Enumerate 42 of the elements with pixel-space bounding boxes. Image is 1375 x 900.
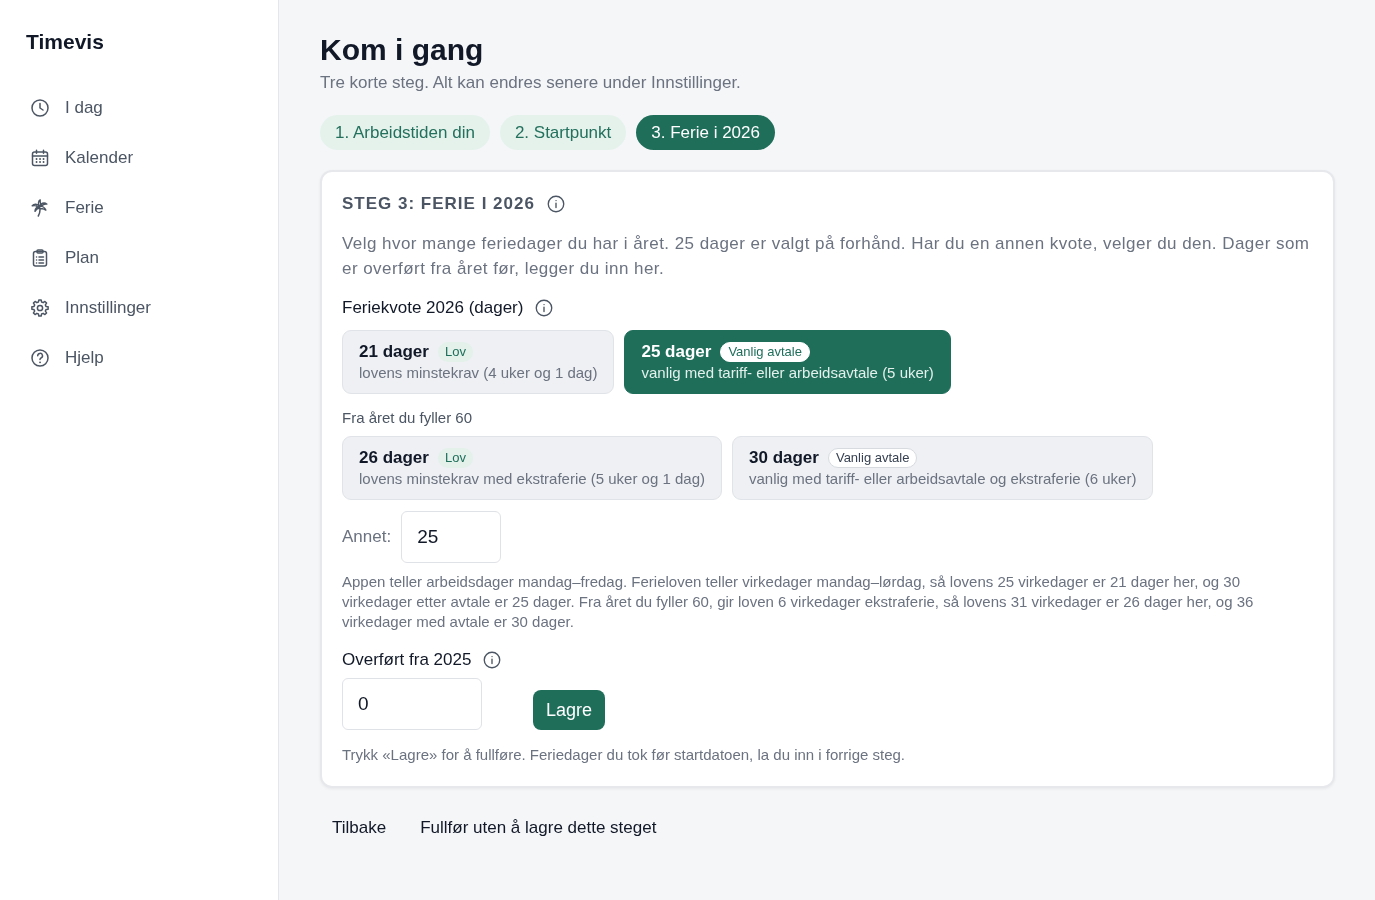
explanation-text: Appen teller arbeidsdager mandag–fredag. Ferieloven teller virkedager mandag–lørdag, så lovens 25 virkedager er 21 dager her, og 30 virkedager etter avtale er 25 dager. Fra året du fyller 60, gir loven 6 virkedager ekstraferie, så lovens 31 virkedager er 26 dager her, og 36 virkedager med avtale er 30 dager. <box>342 572 1255 632</box>
palm-tree-icon <box>31 199 49 217</box>
hint-text: Trykk «Lagre» for å fullføre. Feriedager du tok før startdatoen, la du inn i forrige steg. <box>342 745 906 765</box>
quota-label: Feriekvote 2026 (dager) <box>342 297 524 319</box>
intro-text: Velg hvor mange feriedager du har i året. 25 dager er valgt på forhånd. Har du en annen kvote, velger du den. Dager som er overført fra året før, legger du inn her. <box>342 233 1311 280</box>
nav-item[interactable]: Plan <box>26 233 100 283</box>
page-subtitle: Tre korte steg. Alt kan endres senere under Innstillinger. <box>320 72 741 94</box>
quota-option[interactable]: 30 dager Vanlig avtale vanlig med tariff- eller arbeidsavtale og ekstraferie (6 uker) <box>732 436 1154 500</box>
step-heading: STEG 3: FERIE I 2026 <box>342 193 535 215</box>
quota-option[interactable]: 21 dager Lov lovens minstekrav (4 uker og 1 dag) <box>342 330 615 394</box>
quota-tag: Lov <box>437 342 473 362</box>
other-label: Annet: <box>342 527 392 547</box>
calendar-icon <box>31 149 49 167</box>
quota-tag: Lov <box>437 448 473 468</box>
page-title: Kom i gang <box>320 32 484 68</box>
settings-icon <box>31 299 49 317</box>
help-icon <box>31 349 49 367</box>
nav-item[interactable]: I dag <box>26 83 103 133</box>
save-button[interactable]: Lagre <box>533 690 606 730</box>
info-icon[interactable] <box>535 299 554 317</box>
nav-item[interactable]: Hjelp <box>26 333 104 383</box>
nav-item[interactable]: Ferie <box>26 183 104 233</box>
info-icon[interactable] <box>483 651 502 669</box>
quota-tag: Vanlig avtale <box>827 448 918 468</box>
other-days-field[interactable]: 25 <box>401 511 502 563</box>
nav-item[interactable]: Kalender <box>26 133 134 183</box>
step-tab[interactable]: 1. Arbeidstiden din <box>320 115 490 150</box>
nav-item[interactable]: Innstillinger <box>26 283 151 333</box>
clock-icon <box>31 99 49 117</box>
quota-tag: Vanlig avtale <box>720 342 810 362</box>
footer-button[interactable]: Fullfør uten å lagre dette steget <box>408 806 669 850</box>
app-name: Timevis <box>26 30 104 54</box>
quota-option[interactable]: 26 dager Lov lovens minstekrav med ekstraferie (5 uker og 1 dag) <box>342 436 722 500</box>
quota-option[interactable]: 25 dager Vanlig avtale vanlig med tariff- eller arbeidsavtale (5 uker) <box>624 330 951 394</box>
clipboard-icon <box>31 249 49 267</box>
info-icon[interactable] <box>546 195 565 213</box>
carried-days-field[interactable]: 0 <box>342 678 482 730</box>
footer-button[interactable]: Tilbake <box>320 806 399 850</box>
step-tab[interactable]: 3. Ferie i 2026 <box>636 115 775 150</box>
carried-label: Overført fra 2025 <box>342 649 472 671</box>
section-label: Fra året du fyller 60 <box>342 408 473 428</box>
step-tab[interactable]: 2. Startpunkt <box>499 115 627 150</box>
